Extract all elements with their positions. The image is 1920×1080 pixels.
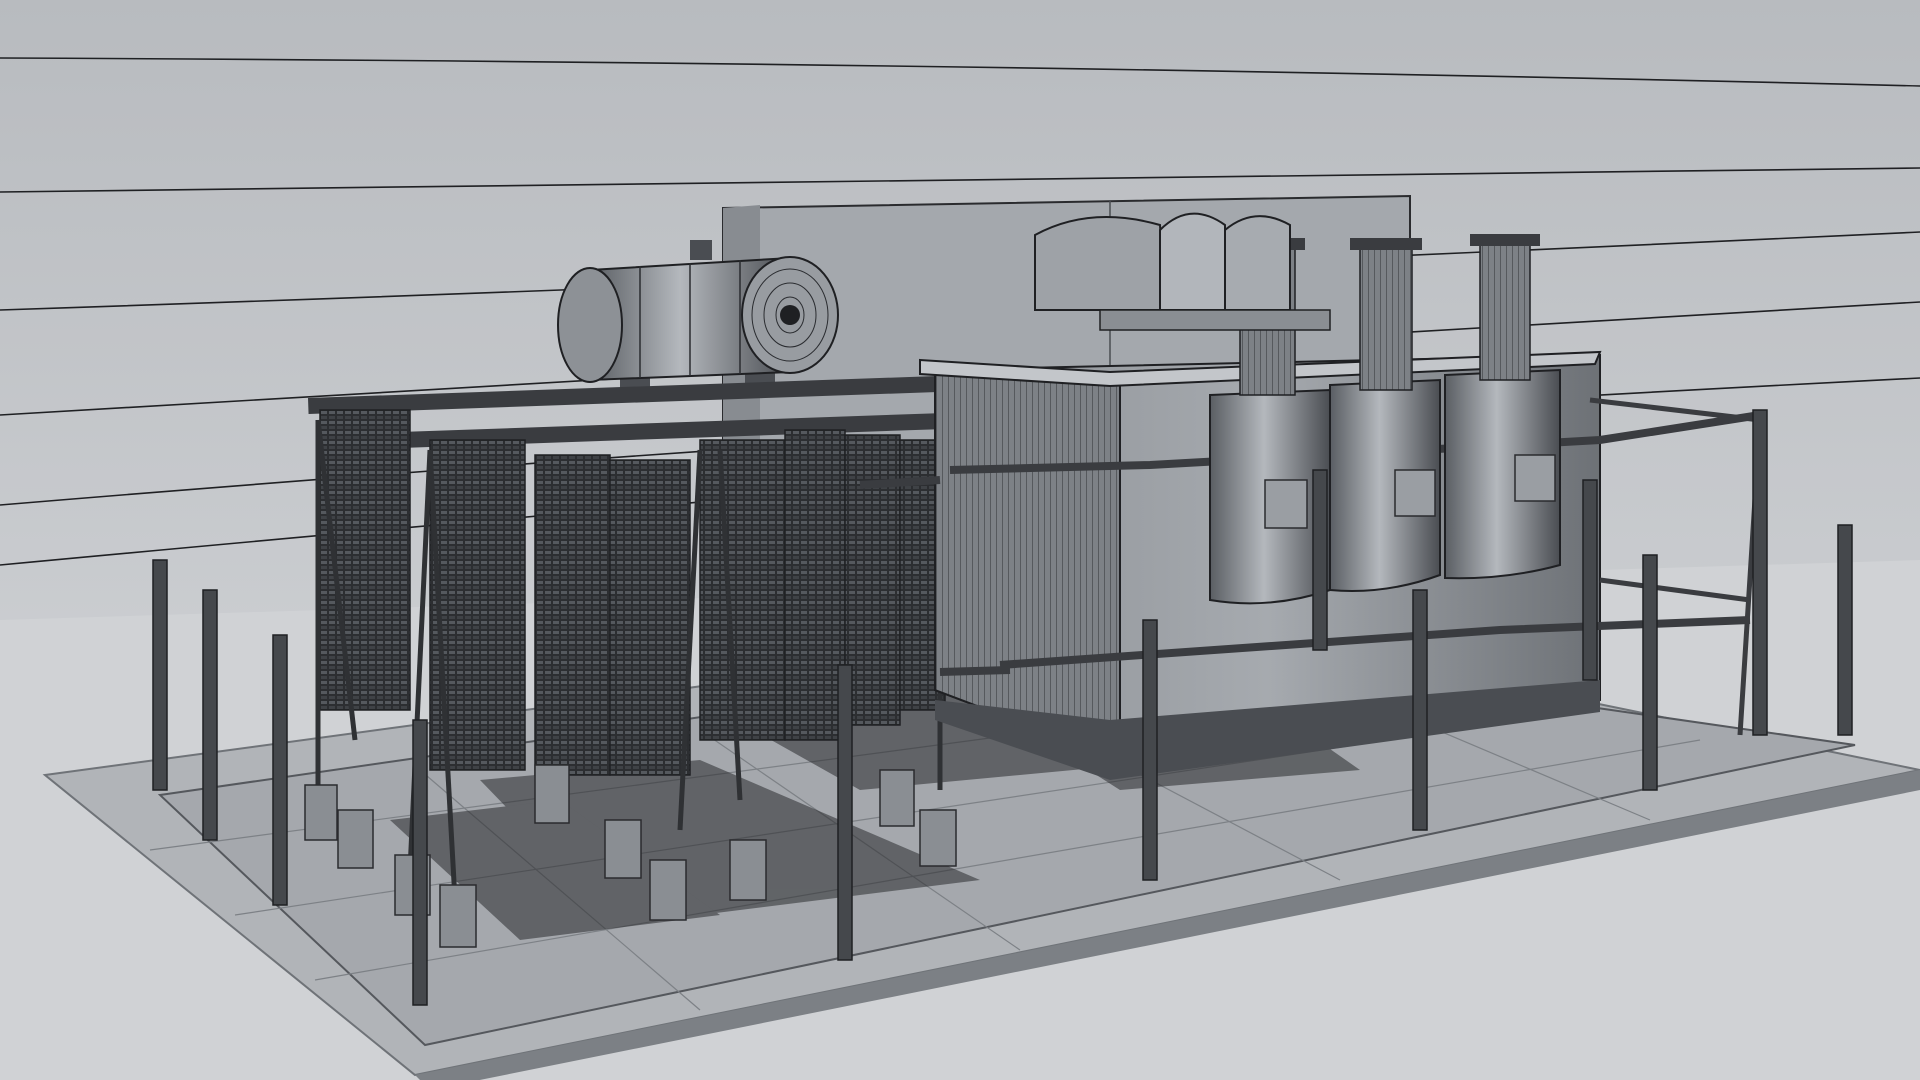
fence-post <box>1582 479 1598 681</box>
fence-post <box>1752 409 1768 736</box>
fence-post <box>152 559 168 791</box>
fence-post <box>412 719 428 1006</box>
render-scene <box>0 0 1920 1080</box>
transformer-render <box>0 0 1920 1080</box>
fence-post <box>1642 554 1658 791</box>
fence-post <box>1412 589 1428 831</box>
fence-post <box>837 664 853 961</box>
fence-post <box>1142 619 1158 881</box>
fence-post <box>1837 524 1853 736</box>
fence-post <box>202 589 218 841</box>
fence-post <box>1312 469 1328 651</box>
fence-post <box>272 634 288 906</box>
